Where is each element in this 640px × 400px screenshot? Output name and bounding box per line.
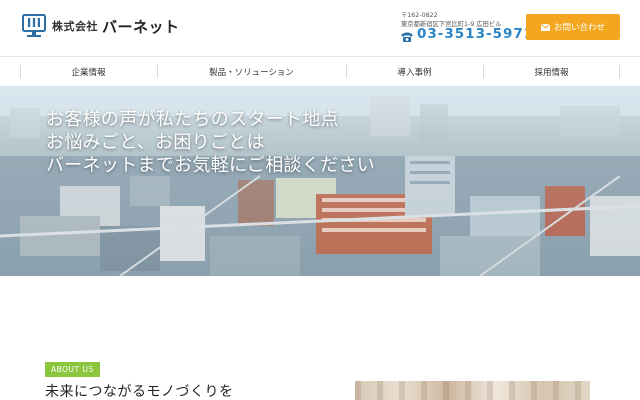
contact-button[interactable]: お問い合わせ: [526, 14, 620, 40]
company-name: バーネット: [102, 17, 180, 36]
nav-item-recruit[interactable]: 採用情報: [483, 57, 620, 86]
nav-item-products[interactable]: 製品・ソリューション: [157, 57, 346, 86]
hero-line: バーネットまでお気軽にご相談ください: [46, 155, 376, 176]
site-header: 株式会社 バーネット 〒162-0822 東京都新宿区下宮比町1-9 広田ビル …: [0, 0, 640, 56]
nav-item-label: 企業情報: [71, 67, 106, 78]
monitor-logo-icon: [21, 13, 47, 39]
nav-item-company[interactable]: 企業情報: [20, 57, 157, 86]
envelope-icon: [540, 23, 551, 31]
phone-contact[interactable]: 03-3513-5971: [400, 26, 534, 42]
phone-number: 03-3513-5971: [417, 26, 535, 42]
telephone-icon: [400, 28, 414, 42]
contact-button-label: お問い合わせ: [553, 23, 605, 33]
page: 株式会社 バーネット 〒162-0822 東京都新宿区下宮比町1-9 広田ビル …: [0, 0, 640, 400]
nav-item-cases[interactable]: 導入事例: [346, 57, 483, 86]
company-prefix: 株式会社: [52, 20, 98, 33]
nav-item-label: 製品・ソリューション: [209, 67, 294, 78]
about-heading: 未来につながるモノづくりを: [45, 384, 234, 400]
nav-item-label: 採用情報: [534, 67, 569, 78]
hero-line: お悩みごと、お困りごとは: [46, 132, 265, 153]
about-us-badge: ABOUT US: [45, 362, 100, 377]
postal-code: 〒162-0822: [401, 12, 438, 19]
hero-banner: お客様の声が私たちのスタート地点 お悩みごと、お困りごとは バーネットまでお気軽…: [0, 86, 640, 276]
company-logo[interactable]: 株式会社 バーネット: [21, 13, 180, 39]
hero-headline: お客様の声が私たちのスタート地点 お悩みごと、お困りごとは バーネットまでお気軽…: [46, 108, 375, 177]
global-nav: 企業情報 製品・ソリューション 導入事例 採用情報: [0, 56, 640, 86]
nav-item-label: 導入事例: [397, 67, 432, 78]
about-photo: [355, 381, 590, 400]
hero-line: お客様の声が私たちのスタート地点: [46, 109, 339, 130]
